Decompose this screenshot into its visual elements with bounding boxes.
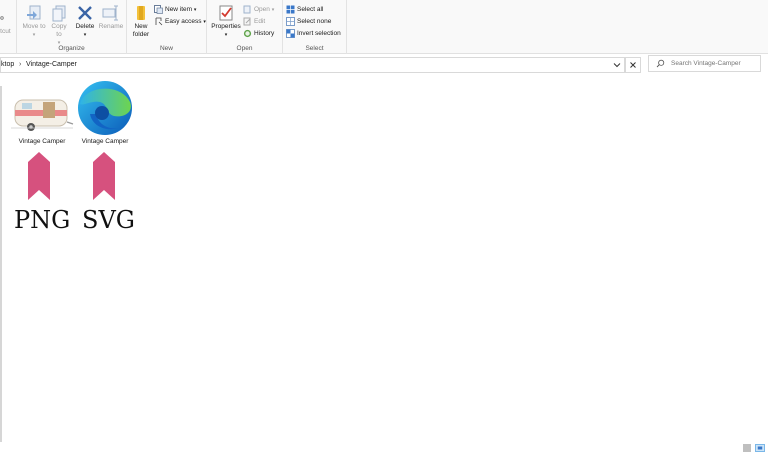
select-group: Select all Select none Invert selection … — [283, 0, 347, 54]
paste-shortcut-button[interactable]: rtcut — [0, 28, 18, 36]
clipboard-group: rtcut — [0, 0, 17, 54]
file-name: Vintage Camper — [18, 138, 66, 145]
properties-button[interactable]: Properties ▾ — [210, 4, 242, 39]
open-group-label: Open — [236, 45, 253, 52]
new-group-label: New — [159, 45, 173, 52]
bookmark-icon — [28, 152, 50, 200]
search-box[interactable] — [648, 55, 761, 72]
organize-group: Move to ▾ Copy to ▾ Delete ▾ Rename Organiz… — [17, 0, 127, 54]
open-button[interactable]: Open ▾ — [243, 4, 274, 15]
open-group: Properties ▾ Open ▾ Edit History Open — [207, 0, 283, 54]
status-bar — [0, 442, 768, 453]
easy-access-icon — [155, 17, 163, 26]
large-icons-view-icon[interactable] — [755, 444, 765, 452]
history-icon — [243, 29, 252, 37]
breadcrumb-desktop[interactable]: ktop — [1, 58, 14, 72]
address-dropdown-chevron-icon[interactable] — [611, 59, 623, 71]
file-item-edge-document[interactable]: Vintage Camper — [72, 80, 138, 145]
breadcrumb-separator-icon[interactable]: › — [19, 58, 21, 72]
rename-button[interactable]: Rename — [97, 4, 125, 31]
breadcrumb-vintage-camper[interactable]: Vintage-Camper — [26, 58, 77, 72]
file-list-pane[interactable]: Vintage Camper Vintage Camper PNG SVG — [0, 74, 768, 442]
select-all-button[interactable]: Select all — [286, 4, 323, 15]
navigation-pane-edge — [0, 86, 2, 442]
clear-address-button[interactable] — [625, 57, 641, 73]
bookmark-icon — [93, 152, 115, 200]
new-group: New folder New item ▾ Easy access ▾ New — [127, 0, 207, 54]
rename-icon — [102, 5, 118, 21]
svg-label: SVG — [82, 206, 135, 234]
file-name: Vintage Camper — [81, 138, 129, 145]
edit-button[interactable]: Edit — [243, 16, 265, 27]
png-label: PNG — [14, 206, 71, 234]
new-folder-button[interactable]: New folder — [129, 4, 153, 39]
select-all-icon — [286, 5, 295, 14]
move-to-icon — [27, 5, 41, 20]
new-item-icon — [154, 4, 163, 14]
history-button[interactable]: History — [243, 28, 274, 39]
select-none-button[interactable]: Select none — [286, 16, 331, 27]
camper-thumbnail-icon — [11, 99, 74, 131]
copy-to-icon — [52, 5, 66, 22]
select-none-icon — [286, 16, 295, 26]
address-row: ktop › Vintage-Camper — [0, 54, 768, 74]
open-icon — [243, 5, 251, 14]
invert-selection-button[interactable]: Invert selection — [286, 28, 341, 39]
move-to-button[interactable]: Move to ▾ — [21, 4, 47, 39]
search-icon — [656, 59, 665, 68]
properties-icon — [219, 5, 233, 21]
edit-icon — [243, 17, 251, 26]
address-bar[interactable]: ktop › Vintage-Camper — [0, 57, 625, 73]
search-input[interactable] — [671, 57, 759, 70]
copy-to-button[interactable]: Copy to ▾ — [48, 4, 70, 47]
file-item-camper[interactable]: Vintage Camper — [9, 80, 75, 145]
close-icon — [630, 62, 636, 68]
scissors-icon[interactable] — [0, 12, 16, 21]
invert-selection-icon — [286, 28, 295, 38]
details-view-icon[interactable] — [742, 444, 752, 452]
organize-group-label: Organize — [58, 45, 85, 52]
delete-x-icon — [78, 6, 92, 20]
ribbon: rtcut Move to▾ Copy to▾ Delete▾ Rename O… — [0, 0, 768, 54]
new-item-button[interactable]: New item ▾ — [154, 4, 196, 15]
new-folder-icon — [137, 6, 145, 20]
edge-browser-icon — [78, 81, 132, 135]
paste-shortcut-label: rtcut — [0, 28, 11, 35]
easy-access-button[interactable]: Easy access ▾ — [154, 16, 206, 27]
select-group-label: Select — [305, 45, 324, 52]
delete-button[interactable]: Delete ▾ — [73, 4, 97, 39]
